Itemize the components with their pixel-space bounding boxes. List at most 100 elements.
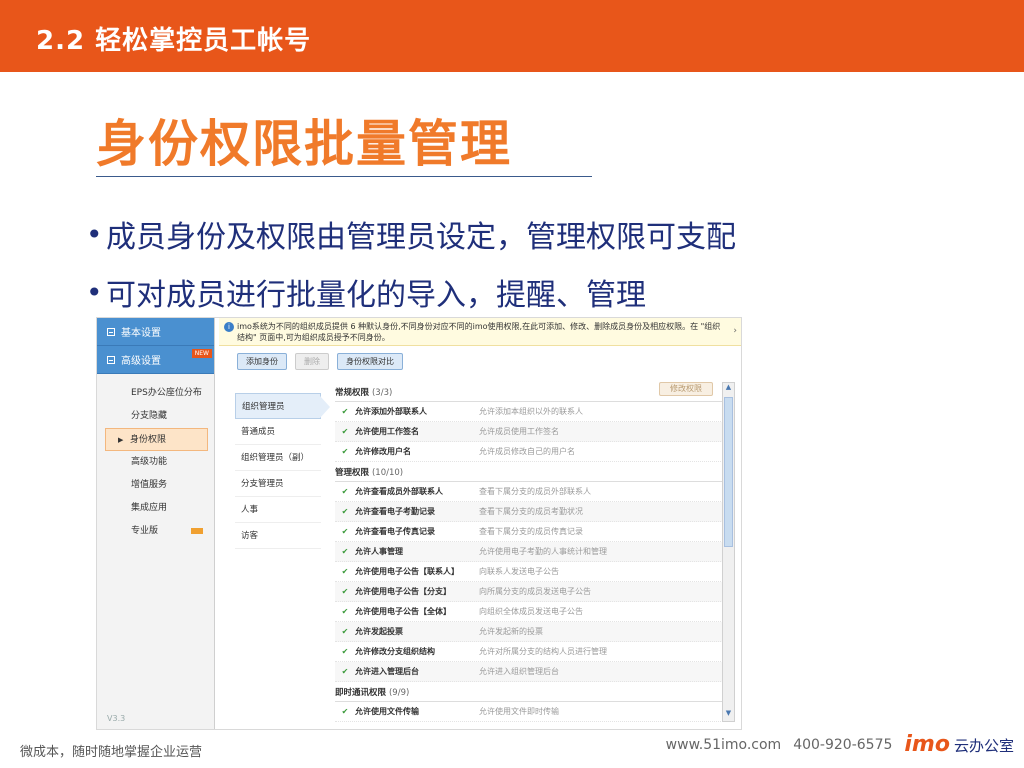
group-name: 常规权限 bbox=[335, 388, 370, 398]
permission-desc: 查看下属分支的成员外部联系人 bbox=[479, 487, 591, 496]
permission-name: 允许使用电子公告【联系人】 bbox=[355, 567, 459, 576]
permission-name: 允许使用电子公告【全体】 bbox=[355, 607, 451, 616]
bullet-text: 成员身份及权限由管理员设定，管理权限可支配 bbox=[106, 220, 736, 255]
role-list: 组织管理员 普通成员 组织管理员（副） 分支管理员 人事 访客 bbox=[235, 393, 330, 549]
permission-row: ✔ 允许使用电子公告【全体】 向组织全体成员发送电子公告 bbox=[335, 602, 723, 622]
pro-badge-icon bbox=[190, 527, 203, 534]
bullet-list: • 成员身份及权限由管理员设定，管理权限可支配 • 可对成员进行批量化的导入，提… bbox=[86, 210, 736, 326]
permission-name: 允许人事管理 bbox=[355, 547, 403, 556]
permission-name: 允许查看电子考勤记录 bbox=[355, 507, 435, 516]
header-bar: 2.2 轻松掌控员工帐号 bbox=[0, 0, 1024, 72]
permission-name: 允许添加外部联系人 bbox=[355, 407, 427, 416]
check-icon: ✔ bbox=[341, 447, 349, 456]
group-title: 即时通讯权限 (9/9) bbox=[335, 684, 723, 702]
bullet-item: • 成员身份及权限由管理员设定，管理权限可支配 bbox=[86, 210, 736, 258]
footer-phone: 400-920-6575 bbox=[793, 736, 893, 753]
permission-name: 允许使用工作签名 bbox=[355, 427, 419, 436]
version-label: V3.3 bbox=[107, 714, 126, 723]
check-icon: ✔ bbox=[341, 427, 349, 436]
permission-row: ✔ 允许添加外部联系人 允许添加本组织以外的联系人 bbox=[335, 402, 723, 422]
collapse-icon bbox=[107, 327, 115, 336]
permission-desc: 查看下属分支的成员考勤状况 bbox=[479, 507, 583, 516]
title-divider bbox=[96, 176, 592, 177]
collapse-icon bbox=[107, 355, 115, 364]
edit-permissions-button[interactable]: 修改权限 bbox=[659, 382, 713, 396]
check-icon: ✔ bbox=[341, 547, 349, 556]
sidebar-item-branch-hide[interactable]: 分支隐藏 bbox=[97, 405, 214, 428]
scroll-up-icon[interactable]: ▲ bbox=[723, 383, 734, 395]
info-banner: i imo系统为不同的组织成员提供 6 种默认身份,不同身份对应不同的imo使用… bbox=[219, 318, 741, 346]
check-icon: ✔ bbox=[341, 407, 349, 416]
toolbar: 添加身份 删除 身份权限对比 bbox=[237, 353, 403, 370]
nav-advanced-settings-label: 高级设置 bbox=[121, 356, 161, 367]
sidebar-item-label: 身份权限 bbox=[130, 435, 167, 445]
check-icon: ✔ bbox=[341, 647, 349, 656]
permission-row: ✔ 允许查看电子传真记录 查看下属分支的成员传真记录 bbox=[335, 522, 723, 542]
group-title: 管理权限 (10/10) bbox=[335, 464, 723, 482]
sidebar-item-identity-permissions[interactable]: ▶ 身份权限 bbox=[105, 428, 208, 451]
permission-desc: 允许使用电子考勤的人事统计和管理 bbox=[479, 547, 607, 556]
permission-desc: 允许进入组织管理后台 bbox=[479, 667, 559, 676]
nav-advanced-settings[interactable]: 高级设置 NEW bbox=[97, 346, 214, 374]
imo-logo: imo 云办公室 bbox=[904, 732, 1014, 757]
permission-desc: 允许添加本组织以外的联系人 bbox=[479, 407, 583, 416]
check-icon: ✔ bbox=[341, 627, 349, 636]
permission-row: ✔ 允许人事管理 允许使用电子考勤的人事统计和管理 bbox=[335, 542, 723, 562]
permission-desc: 允许使用文件即时传输 bbox=[479, 707, 559, 716]
sidebar-item-pro[interactable]: 专业版 bbox=[97, 520, 214, 543]
role-item-branch-admin[interactable]: 分支管理员 bbox=[235, 471, 321, 497]
permission-desc: 允许成员使用工作签名 bbox=[479, 427, 559, 436]
permission-row: ✔ 允许使用文件传输 允许使用文件即时传输 bbox=[335, 702, 723, 722]
permission-name: 允许查看成员外部联系人 bbox=[355, 487, 443, 496]
permission-row: ✔ 允许使用电子公告【分支】 向所属分支的成员发送电子公告 bbox=[335, 582, 723, 602]
role-item-member[interactable]: 普通成员 bbox=[235, 419, 321, 445]
info-icon: i bbox=[224, 322, 234, 332]
logo-text: 云办公室 bbox=[953, 737, 1014, 755]
sidebar-item-value-added[interactable]: 增值服务 bbox=[97, 474, 214, 497]
nav-basic-settings[interactable]: 基本设置 bbox=[97, 318, 214, 346]
sidebar-item-eps-seating[interactable]: EPS办公座位分布 bbox=[97, 382, 214, 405]
add-identity-button[interactable]: 添加身份 bbox=[237, 353, 287, 370]
info-text: imo系统为不同的组织成员提供 6 种默认身份,不同身份对应不同的imo使用权限… bbox=[237, 322, 721, 342]
permission-row: ✔ 允许查看成员外部联系人 查看下属分支的成员外部联系人 bbox=[335, 482, 723, 502]
permission-desc: 向所属分支的成员发送电子公告 bbox=[479, 587, 591, 596]
settings-sidebar: 基本设置 高级设置 NEW EPS办公座位分布 分支隐藏 ▶ 身份权限 高级功能… bbox=[97, 318, 215, 729]
bullet-dot-icon: • bbox=[86, 217, 103, 251]
group-rows: ✔ 允许使用文件传输 允许使用文件即时传输 bbox=[335, 702, 723, 722]
permission-desc: 允许发起新的投票 bbox=[479, 627, 543, 636]
app-screenshot: 基本设置 高级设置 NEW EPS办公座位分布 分支隐藏 ▶ 身份权限 高级功能… bbox=[96, 317, 742, 730]
check-icon: ✔ bbox=[341, 487, 349, 496]
page-title: 身份权限批量管理 bbox=[96, 115, 512, 173]
sidebar-item-advanced-features[interactable]: 高级功能 bbox=[97, 451, 214, 474]
permission-row: ✔ 允许修改用户名 允许成员修改自己的用户名 bbox=[335, 442, 723, 462]
group-rows: ✔ 允许添加外部联系人 允许添加本组织以外的联系人 ✔ 允许使用工作签名 允许成员使用工… bbox=[335, 402, 723, 462]
delete-button[interactable]: 删除 bbox=[295, 353, 329, 370]
permission-row: ✔ 允许查看电子考勤记录 查看下属分支的成员考勤状况 bbox=[335, 502, 723, 522]
scroll-down-icon[interactable]: ▼ bbox=[723, 709, 734, 721]
role-item-hr[interactable]: 人事 bbox=[235, 497, 321, 523]
sidebar-item-integrations[interactable]: 集成应用 bbox=[97, 497, 214, 520]
permission-desc: 允许成员修改自己的用户名 bbox=[479, 447, 575, 456]
role-item-guest[interactable]: 访客 bbox=[235, 523, 321, 549]
permission-desc: 向联系人发送电子公告 bbox=[479, 567, 559, 576]
vertical-scrollbar[interactable]: ▲ ▼ bbox=[722, 382, 735, 722]
permission-name: 允许修改用户名 bbox=[355, 447, 411, 456]
chevron-right-icon[interactable]: › bbox=[733, 326, 737, 337]
check-icon: ✔ bbox=[341, 587, 349, 596]
permission-row: ✔ 允许使用电子公告【联系人】 向联系人发送电子公告 bbox=[335, 562, 723, 582]
role-item-org-admin[interactable]: 组织管理员 bbox=[235, 393, 330, 419]
check-icon: ✔ bbox=[341, 527, 349, 536]
compare-permissions-button[interactable]: 身份权限对比 bbox=[337, 353, 403, 370]
scroll-thumb[interactable] bbox=[724, 397, 733, 547]
bullet-dot-icon: • bbox=[86, 275, 103, 309]
group-count: (10/10) bbox=[371, 468, 404, 478]
permission-name: 允许使用文件传输 bbox=[355, 707, 419, 716]
group-count: (3/3) bbox=[371, 388, 393, 398]
bullet-item: • 可对成员进行批量化的导入，提醒、管理 bbox=[86, 268, 736, 316]
active-arrow-icon: ▶ bbox=[118, 436, 124, 444]
permission-row: ✔ 允许发起投票 允许发起新的投票 bbox=[335, 622, 723, 642]
slide: 2.2 轻松掌控员工帐号 身份权限批量管理 • 成员身份及权限由管理员设定，管理… bbox=[0, 0, 1024, 768]
logo-brand: imo bbox=[904, 732, 950, 757]
check-icon: ✔ bbox=[341, 567, 349, 576]
role-item-deputy-admin[interactable]: 组织管理员（副） bbox=[235, 445, 321, 471]
